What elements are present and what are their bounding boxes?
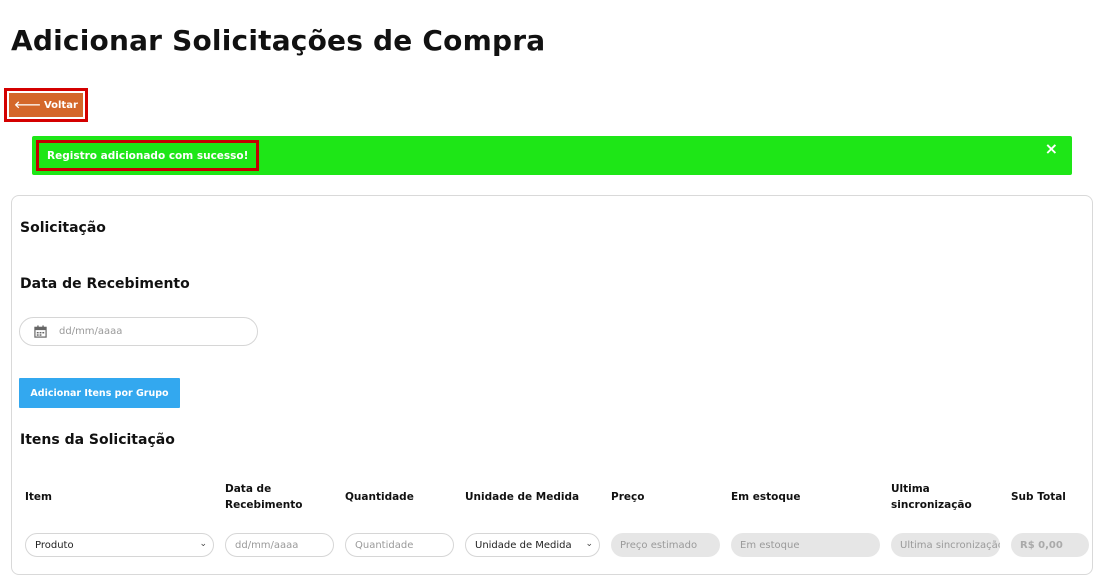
header-receipt-date-line2: Recebimento xyxy=(225,499,303,511)
subtotal-value: R$ 0,00 xyxy=(1020,539,1063,551)
subtotal-field: R$ 0,00 xyxy=(1011,533,1089,557)
quantity-input[interactable]: Quantidade xyxy=(345,533,454,557)
header-subtotal: Sub Total xyxy=(1011,491,1066,503)
section-title: Solicitação xyxy=(20,220,106,236)
arrow-left-icon: 🡐 xyxy=(14,100,41,111)
chevron-down-icon: ⌄ xyxy=(585,539,593,549)
chevron-down-icon: ⌄ xyxy=(199,539,207,549)
header-receipt-date: Data de Recebimento xyxy=(225,481,302,513)
add-items-by-group-button[interactable]: Adicionar Itens por Grupo xyxy=(19,378,180,408)
header-unit: Unidade de Medida xyxy=(465,491,580,503)
item-date-placeholder: dd/mm/aaaa xyxy=(235,539,299,551)
request-form-card: Solicitação Data de Recebimento Adiciona… xyxy=(11,195,1093,575)
back-button-highlight: 🡐 Voltar xyxy=(4,88,88,122)
header-last-sync: Ultima sincronização xyxy=(891,481,972,513)
success-alert: Registro adicionado com sucesso! × xyxy=(32,136,1072,175)
unit-select-value: Unidade de Medida xyxy=(475,539,572,551)
last-sync-placeholder: Ultima sincronização xyxy=(900,539,1000,551)
quantity-placeholder: Quantidade xyxy=(355,539,414,551)
header-quantity: Quantidade xyxy=(345,491,414,503)
last-sync-field: Ultima sincronização xyxy=(891,533,1000,557)
estimated-price-field: Preço estimado xyxy=(611,533,720,557)
header-last-sync-line1: Ultima xyxy=(891,483,930,495)
product-select[interactable]: Produto ⌄ xyxy=(25,533,214,557)
back-button[interactable]: 🡐 Voltar xyxy=(9,93,83,117)
items-title: Itens da Solicitação xyxy=(20,432,175,448)
page-title: Adicionar Solicitações de Compra xyxy=(11,24,546,57)
header-last-sync-line2: sincronização xyxy=(891,499,972,511)
stock-field: Em estoque xyxy=(731,533,880,557)
date-label: Data de Recebimento xyxy=(20,276,190,292)
item-date-input[interactable]: dd/mm/aaaa xyxy=(225,533,334,557)
calendar-icon xyxy=(34,325,47,338)
estimated-price-placeholder: Preço estimado xyxy=(620,539,698,551)
unit-select[interactable]: Unidade de Medida ⌄ xyxy=(465,533,600,557)
receipt-date-field[interactable] xyxy=(19,317,258,346)
back-button-label: Voltar xyxy=(43,99,78,111)
alert-message: Registro adicionado com sucesso! xyxy=(47,149,249,162)
stock-placeholder: Em estoque xyxy=(740,539,800,551)
receipt-date-input[interactable] xyxy=(59,326,229,337)
product-select-value: Produto xyxy=(35,539,74,551)
alert-message-highlight: Registro adicionado com sucesso! xyxy=(36,140,260,171)
header-stock: Em estoque xyxy=(731,491,801,503)
header-receipt-date-line1: Data de xyxy=(225,483,272,495)
close-icon[interactable]: × xyxy=(1045,139,1058,158)
header-item: Item xyxy=(25,491,52,503)
header-price: Preço xyxy=(611,491,645,503)
